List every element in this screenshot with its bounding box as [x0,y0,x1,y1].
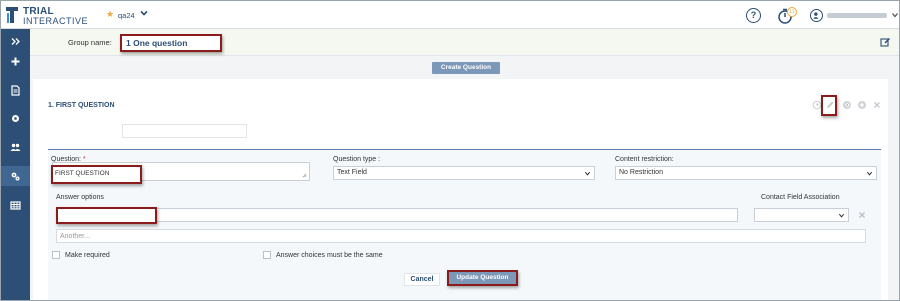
top-bar: TRIAL INTERACTIVE ★ qa24 ? 11 [1,1,899,29]
app-logo[interactable]: TRIAL INTERACTIVE [5,5,89,27]
logo-mark-icon [6,7,18,23]
user-name-redacted[interactable] [827,13,887,18]
make-required-checkbox[interactable] [52,251,60,259]
logo-text-line2: INTERACTIVE [23,16,89,26]
same-choices-checkbox[interactable] [263,251,271,259]
close-icon[interactable] [872,100,882,110]
plus-circle-icon[interactable] [857,100,867,110]
contact-field-select[interactable] [754,208,849,222]
arrow-circle-icon[interactable] [842,100,852,110]
sidebar-item-table[interactable] [1,195,30,215]
content-restriction-select[interactable]: No Restriction [615,166,877,180]
answer-option-highlight[interactable] [56,207,157,224]
remove-answer-icon[interactable] [858,211,866,219]
users-icon [10,143,21,151]
sidebar [1,29,30,300]
user-menu-chevron-icon[interactable] [891,11,899,19]
group-name-row: Group name: 1 One question [30,29,899,56]
create-question-button[interactable]: Create Question [432,62,500,74]
document-icon [11,84,20,96]
gear-icon [12,114,19,122]
edit-group-icon[interactable] [880,37,891,48]
favorite-star-icon[interactable]: ★ [106,9,114,20]
chevron-down-icon [866,171,873,176]
help-icon[interactable]: ? [746,8,761,23]
question-type-label: Question type : [333,156,381,163]
update-question-button[interactable]: Update Question [447,270,518,286]
group-name-label: Group name: [68,38,112,47]
chevron-down-icon[interactable] [139,8,149,18]
sidebar-item-users[interactable] [1,137,30,157]
another-answer-input[interactable]: Another... [56,229,866,243]
chevron-down-icon [584,171,591,176]
content-restriction-label: Content restriction: [615,156,674,163]
cancel-button[interactable]: Cancel [404,273,440,286]
question-type-value: Text Field [337,169,367,176]
chevron-down-icon [838,213,845,218]
question-card: 1. FIRST QUESTION Question: * FIRST QUES… [33,79,888,300]
resize-handle-icon[interactable] [302,173,307,178]
study-name[interactable]: qa24 [118,11,135,20]
content-restriction-value: No Restriction [619,169,663,176]
question-edit-form: Question: * FIRST QUESTION Question type… [48,149,881,300]
make-required-label: Make required [65,252,110,259]
answer-option-input[interactable] [56,208,738,222]
expand-chevrons-icon [11,37,20,45]
question-value[interactable]: FIRST QUESTION [51,165,142,184]
question-type-select[interactable]: Text Field [333,166,595,180]
edit-question-highlight [821,95,837,116]
sidebar-item-expand[interactable] [1,31,30,51]
question-placeholder-box [122,124,247,138]
sidebar-item-documents[interactable] [1,80,30,100]
avatar[interactable] [810,9,823,22]
user-icon [812,11,819,19]
contact-field-label: Contact Field Association [761,194,840,201]
sidebar-item-settings-gear[interactable] [1,108,30,128]
main-content: Group name: 1 One question Create Questi… [30,29,899,300]
sidebar-item-add[interactable] [1,51,30,71]
group-name-value[interactable]: 1 One question [120,34,222,52]
timer-badge: 11 [787,7,797,17]
sidebar-item-configuration[interactable] [1,166,30,186]
plus-icon [11,57,20,65]
question-title: 1. FIRST QUESTION [48,102,115,109]
settings-icon [11,172,20,180]
answer-options-label: Answer options [56,194,104,201]
same-choices-label: Answer choices must be the same [276,252,383,259]
table-icon [10,200,21,210]
